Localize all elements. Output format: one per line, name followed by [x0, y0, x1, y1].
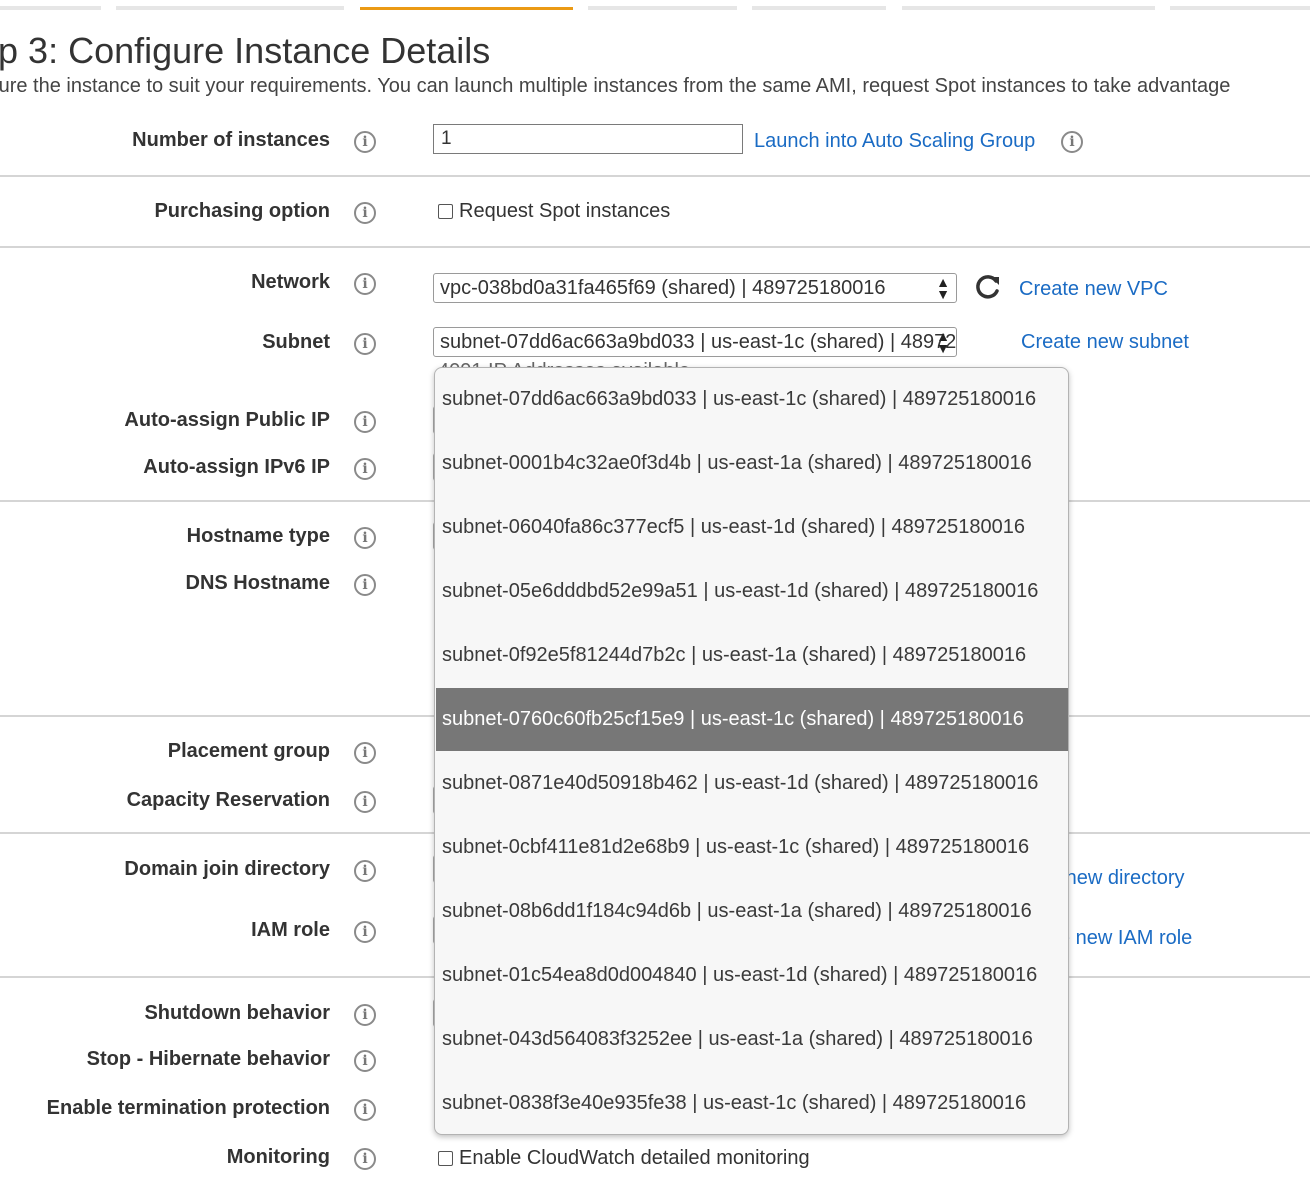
subnet-option-selected[interactable]: subnet-0760c60fb25cf15e9 | us-east-1c (s… — [436, 688, 1068, 751]
info-icon[interactable]: i — [1061, 131, 1083, 153]
info-icon[interactable]: i — [354, 860, 376, 882]
section-divider — [0, 246, 1310, 248]
page-title: ep 3: Configure Instance Details — [0, 30, 491, 71]
create-new-subnet-link[interactable]: Create new subnet — [1021, 331, 1189, 354]
subnet-select-value: subnet-07dd6ac663a9bd033 | us-east-1c (s… — [440, 331, 957, 353]
auto-assign-public-ip-label: Auto-assign Public IP — [124, 409, 330, 431]
info-icon[interactable]: i — [354, 273, 376, 295]
subnet-option[interactable]: subnet-07dd6ac663a9bd033 | us-east-1c (s… — [436, 368, 1068, 431]
section-divider — [0, 175, 1310, 177]
page-description: igure the instance to suit your requirem… — [0, 75, 1231, 97]
info-icon[interactable]: i — [354, 574, 376, 596]
info-icon[interactable]: i — [354, 1099, 376, 1121]
info-icon[interactable]: i — [354, 333, 376, 355]
info-icon[interactable]: i — [354, 527, 376, 549]
number-of-instances-label: Number of instances — [132, 129, 330, 151]
wizard-step-4[interactable] — [588, 6, 737, 10]
cloudwatch-monitoring-checkbox[interactable] — [438, 1151, 453, 1166]
hostname-type-label: Hostname type — [186, 525, 330, 547]
number-of-instances-input[interactable] — [433, 124, 743, 154]
subnet-label: Subnet — [262, 331, 330, 353]
wizard-step-2[interactable] — [116, 6, 344, 10]
request-spot-checkbox[interactable] — [438, 204, 453, 219]
monitoring-label: Monitoring — [226, 1146, 330, 1168]
subnet-option[interactable]: subnet-0f92e5f81244d7b2c | us-east-1a (s… — [436, 624, 1068, 687]
updown-arrows-icon: ▲ ▼ — [936, 328, 950, 356]
purchasing-option-label: Purchasing option — [154, 200, 330, 222]
cloudwatch-monitoring-label: Enable CloudWatch detailed monitoring — [459, 1147, 810, 1169]
create-new-vpc-link[interactable]: Create new VPC — [1019, 278, 1168, 301]
cloudwatch-monitoring-row[interactable]: Enable CloudWatch detailed monitoring — [438, 1147, 810, 1170]
subnet-select[interactable]: subnet-07dd6ac663a9bd033 | us-east-1c (s… — [433, 327, 957, 357]
subnet-option[interactable]: subnet-0cbf411e81d2e68b9 | us-east-1c (s… — [436, 816, 1068, 879]
info-icon[interactable]: i — [354, 921, 376, 943]
domain-join-directory-label: Domain join directory — [124, 858, 330, 880]
wizard-step-3-active[interactable] — [360, 7, 573, 10]
stop-hibernate-label: Stop - Hibernate behavior — [86, 1048, 330, 1070]
request-spot-label: Request Spot instances — [459, 200, 671, 222]
iam-role-label: IAM role — [251, 919, 330, 941]
subnet-option[interactable]: subnet-0871e40d50918b462 | us-east-1d (s… — [436, 752, 1068, 815]
info-icon[interactable]: i — [354, 742, 376, 764]
placement-group-label: Placement group — [167, 740, 330, 762]
subnet-option[interactable]: subnet-06040fa86c377ecf5 | us-east-1d (s… — [436, 496, 1068, 559]
wizard-step-1[interactable] — [0, 6, 101, 10]
dns-hostname-label: DNS Hostname — [185, 572, 330, 594]
auto-assign-ipv6-label: Auto-assign IPv6 IP — [143, 456, 330, 478]
capacity-reservation-label: Capacity Reservation — [126, 789, 330, 811]
info-icon[interactable]: i — [354, 458, 376, 480]
wizard-step-7[interactable] — [1170, 6, 1310, 10]
network-select[interactable]: vpc-038bd0a31fa465f69 (shared) | 4897251… — [433, 273, 957, 303]
subnet-dropdown-list[interactable]: subnet-07dd6ac663a9bd033 | us-east-1c (s… — [434, 367, 1069, 1135]
info-icon[interactable]: i — [354, 791, 376, 813]
network-select-value: vpc-038bd0a31fa465f69 (shared) | 4897251… — [440, 277, 886, 299]
shutdown-behavior-label: Shutdown behavior — [144, 1002, 330, 1024]
info-icon[interactable]: i — [354, 1050, 376, 1072]
termination-protection-label: Enable termination protection — [46, 1097, 330, 1119]
refresh-icon[interactable] — [972, 272, 1002, 302]
launch-auto-scaling-link[interactable]: Launch into Auto Scaling Group — [754, 130, 1035, 153]
subnet-option[interactable]: subnet-0838f3e40e935fe38 | us-east-1c (s… — [436, 1072, 1068, 1134]
info-icon[interactable]: i — [354, 202, 376, 224]
info-icon[interactable]: i — [354, 1004, 376, 1026]
updown-arrows-icon: ▲ ▼ — [936, 274, 950, 302]
info-icon[interactable]: i — [354, 1148, 376, 1170]
info-icon[interactable]: i — [354, 131, 376, 153]
wizard-step-6[interactable] — [902, 6, 1155, 10]
subnet-option[interactable]: subnet-01c54ea8d0d004840 | us-east-1d (s… — [436, 944, 1068, 1007]
network-label: Network — [251, 271, 330, 293]
subnet-option[interactable]: subnet-0001b4c32ae0f3d4b | us-east-1a (s… — [436, 432, 1068, 495]
info-icon[interactable]: i — [354, 411, 376, 433]
subnet-option[interactable]: subnet-05e6dddbd52e99a51 | us-east-1d (s… — [436, 560, 1068, 623]
request-spot-row[interactable]: Request Spot instances — [438, 200, 670, 223]
wizard-step-5[interactable] — [752, 6, 886, 10]
subnet-option[interactable]: subnet-08b6dd1f184c94d6b | us-east-1a (s… — [436, 880, 1068, 943]
subnet-option[interactable]: subnet-043d564083f3252ee | us-east-1a (s… — [436, 1008, 1068, 1071]
